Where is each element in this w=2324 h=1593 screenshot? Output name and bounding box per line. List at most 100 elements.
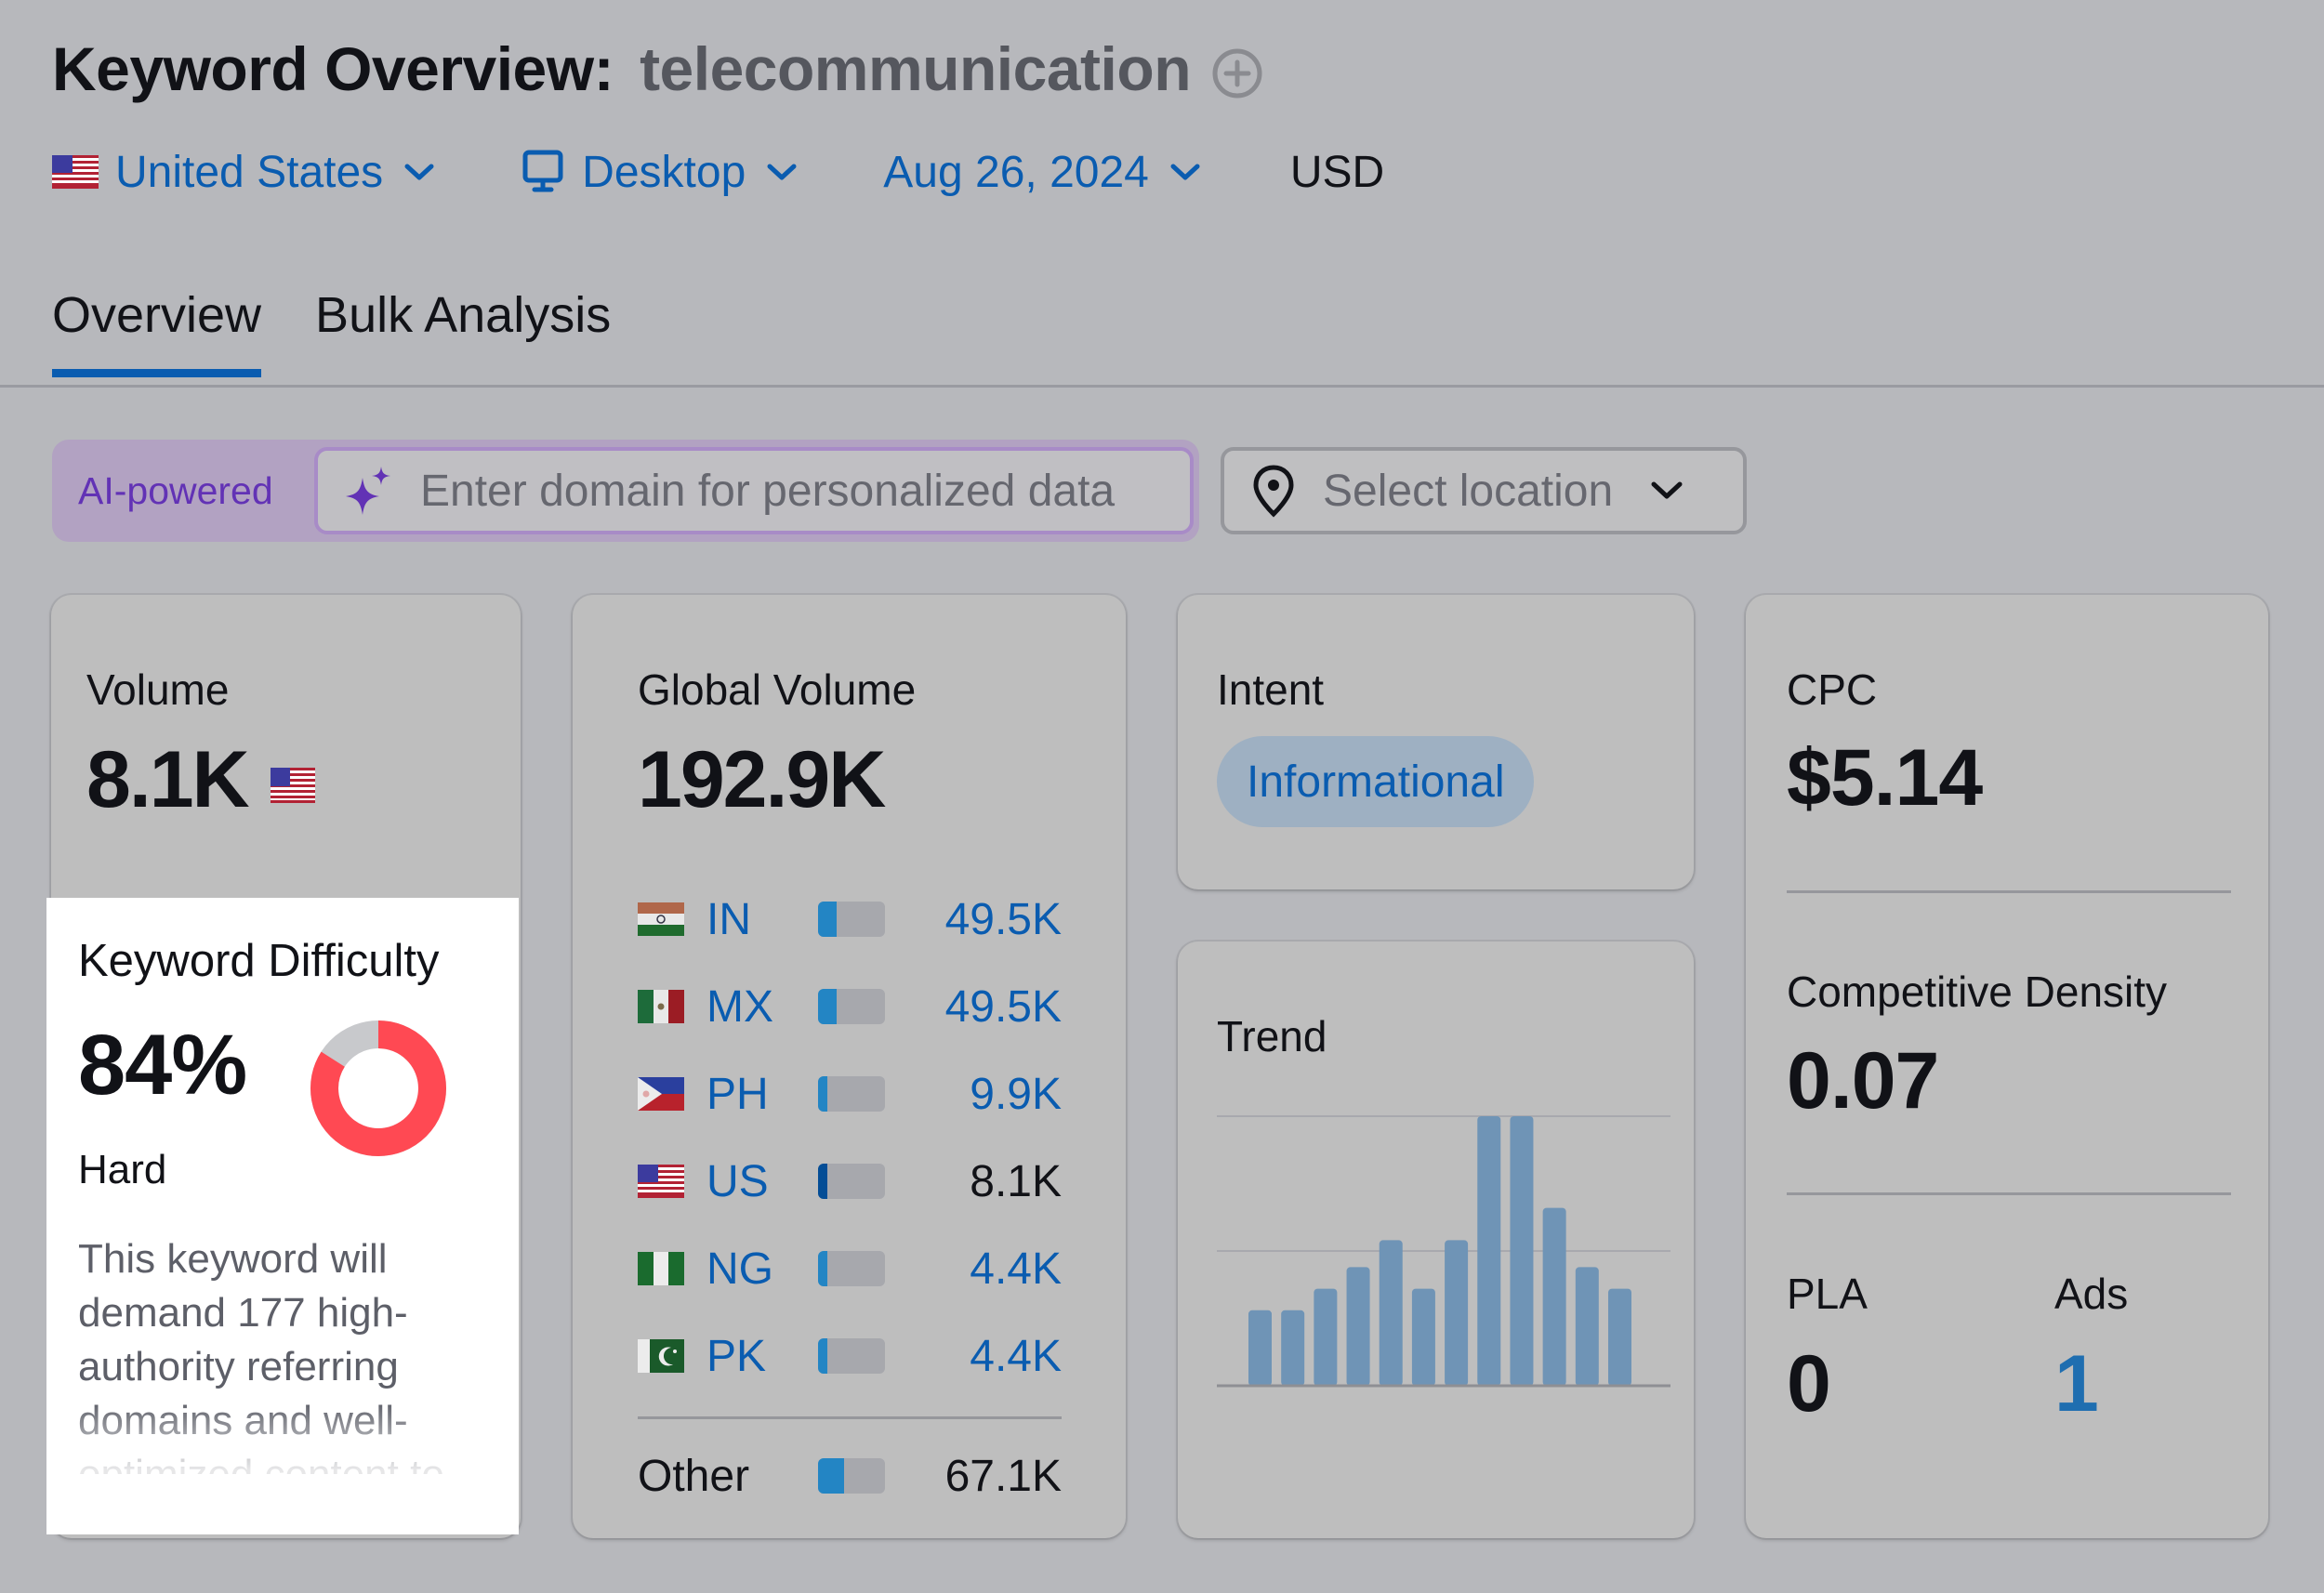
cpc-divider xyxy=(1787,890,2231,893)
page-title: Keyword Overview: telecommunication xyxy=(52,33,1263,104)
country-code: PK xyxy=(706,1331,767,1381)
cpc-label: CPC xyxy=(1787,665,1878,714)
country-share-bar xyxy=(818,1338,885,1374)
flag-ph-icon xyxy=(638,1077,684,1111)
intent-label: Intent xyxy=(1217,665,1325,714)
country-code: US xyxy=(706,1156,769,1206)
country-share-bar xyxy=(818,1458,885,1494)
chevron-down-icon xyxy=(1651,481,1683,499)
plus-circle-icon[interactable] xyxy=(1211,43,1263,99)
country-code: PH xyxy=(706,1069,769,1119)
ai-domain-bar: AI-powered xyxy=(52,440,1199,542)
intent-card: Intent Informational xyxy=(1178,595,1694,889)
trend-card: Trend xyxy=(1178,941,1694,1538)
country-code: MX xyxy=(706,981,773,1032)
country-share-bar xyxy=(818,1076,885,1112)
trend-bar-4[interactable] xyxy=(1346,1267,1370,1386)
country-share-bar xyxy=(818,989,885,1024)
keyword-name: telecommunication xyxy=(640,34,1192,103)
keyword-difficulty-panel: Keyword Difficulty 84% Hard This keyword… xyxy=(46,898,519,1534)
intent-badge[interactable]: Informational xyxy=(1217,736,1535,827)
keyword-difficulty-description: This keyword will demand 177 high-author… xyxy=(78,1236,444,1474)
date-selector[interactable]: Aug 26, 2024 xyxy=(883,147,1201,198)
desktop-icon xyxy=(522,150,563,192)
location-pin-icon xyxy=(1253,465,1294,518)
country-volume: 4.4K xyxy=(970,1244,1062,1294)
location-select[interactable]: Select location xyxy=(1221,447,1747,534)
tab-bar: Overview Bulk Analysis xyxy=(52,286,665,377)
trend-bar-6[interactable] xyxy=(1411,1288,1435,1386)
flag-mx-icon xyxy=(638,990,684,1023)
cpc-card: CPC $5.14 Competitive Density 0.07 PLA 0… xyxy=(1746,595,2268,1538)
cpc-value: $5.14 xyxy=(1787,733,1983,823)
tab-overview[interactable]: Overview xyxy=(52,286,262,377)
chevron-down-icon xyxy=(1170,164,1200,180)
country-share-bar xyxy=(818,902,885,937)
country-row-in[interactable]: IN 49.5K xyxy=(638,875,1062,963)
competitive-density-label: Competitive Density xyxy=(1787,968,2168,1016)
device-label: Desktop xyxy=(582,147,746,197)
country-volume: 4.4K xyxy=(970,1331,1062,1381)
country-share-fill xyxy=(818,1251,827,1286)
trend-bar-12[interactable] xyxy=(1608,1288,1631,1386)
location-placeholder: Select location xyxy=(1323,466,1614,516)
sparkle-icon xyxy=(346,467,390,515)
date-label: Aug 26, 2024 xyxy=(883,147,1149,197)
country-volume: 9.9K xyxy=(970,1069,1062,1119)
country-row-us[interactable]: US 8.1K xyxy=(638,1138,1062,1225)
country-share-bar xyxy=(818,1251,885,1286)
global-volume-card: Global Volume 192.9K IN 49.5K MX 49.5K P… xyxy=(573,595,1126,1538)
flag-us-icon xyxy=(52,155,99,189)
trend-bar-1[interactable] xyxy=(1248,1310,1272,1386)
global-volume-value: 192.9K xyxy=(638,735,886,824)
country-row-pk[interactable]: PK 4.4K xyxy=(638,1312,1062,1400)
keyword-difficulty-donut xyxy=(310,1020,446,1156)
domain-input-wrapper[interactable] xyxy=(314,447,1194,534)
country-share-bar xyxy=(818,1164,885,1199)
country-selector[interactable]: United States xyxy=(52,147,435,198)
tab-bulk-analysis[interactable]: Bulk Analysis xyxy=(315,286,611,377)
country-row-ng[interactable]: NG 4.4K xyxy=(638,1225,1062,1312)
country-code: IN xyxy=(706,894,751,944)
flag-ng-icon xyxy=(638,1252,684,1285)
trend-bar-8[interactable] xyxy=(1477,1116,1501,1386)
global-volume-label: Global Volume xyxy=(638,665,917,714)
trend-bar-10[interactable] xyxy=(1542,1207,1566,1386)
device-selector[interactable]: Desktop xyxy=(521,147,798,198)
country-share-fill xyxy=(818,989,837,1024)
volume-label: Volume xyxy=(86,665,230,714)
trend-chart xyxy=(1217,1115,1670,1388)
chevron-down-icon xyxy=(404,164,434,180)
country-volume: 8.1K xyxy=(970,1156,1062,1206)
other-label: Other xyxy=(638,1451,750,1501)
ads-value[interactable]: 1 xyxy=(2054,1338,2099,1430)
domain-input[interactable] xyxy=(420,465,1182,517)
trend-bar-3[interactable] xyxy=(1314,1288,1338,1386)
database-selectors: United States Desktop Aug 26, 2024 USD xyxy=(52,141,1384,203)
trend-bar-5[interactable] xyxy=(1379,1240,1403,1386)
trend-bar-11[interactable] xyxy=(1575,1267,1599,1386)
keyword-difficulty-level: Hard xyxy=(78,1147,167,1192)
country-share-fill xyxy=(818,1458,844,1494)
flag-in-icon xyxy=(638,902,684,936)
trend-bar-7[interactable] xyxy=(1445,1240,1469,1386)
country-row-ph[interactable]: PH 9.9K xyxy=(638,1050,1062,1138)
country-row-mx[interactable]: MX 49.5K xyxy=(638,963,1062,1050)
page-title-prefix: Keyword Overview: xyxy=(52,34,614,103)
tabs-divider xyxy=(0,385,2324,388)
trend-bar-2[interactable] xyxy=(1281,1310,1305,1386)
flag-pk-icon xyxy=(638,1339,684,1373)
country-share-fill xyxy=(818,1164,827,1199)
country-share-fill xyxy=(818,1338,827,1374)
country-row-other: Other 67.1K xyxy=(638,1432,1062,1520)
country-code: NG xyxy=(706,1244,773,1294)
keyword-difficulty-value: 84% xyxy=(78,1018,247,1112)
ai-powered-badge: AI-powered xyxy=(78,468,273,512)
competitive-density-value: 0.07 xyxy=(1787,1036,1939,1126)
other-volume: 67.1K xyxy=(944,1451,1062,1501)
trend-bar-9[interactable] xyxy=(1510,1116,1534,1386)
country-volume: 49.5K xyxy=(944,894,1062,944)
country-share-fill xyxy=(818,1076,827,1112)
volume-value: 8.1K xyxy=(86,735,250,824)
flag-us-icon xyxy=(270,767,315,803)
